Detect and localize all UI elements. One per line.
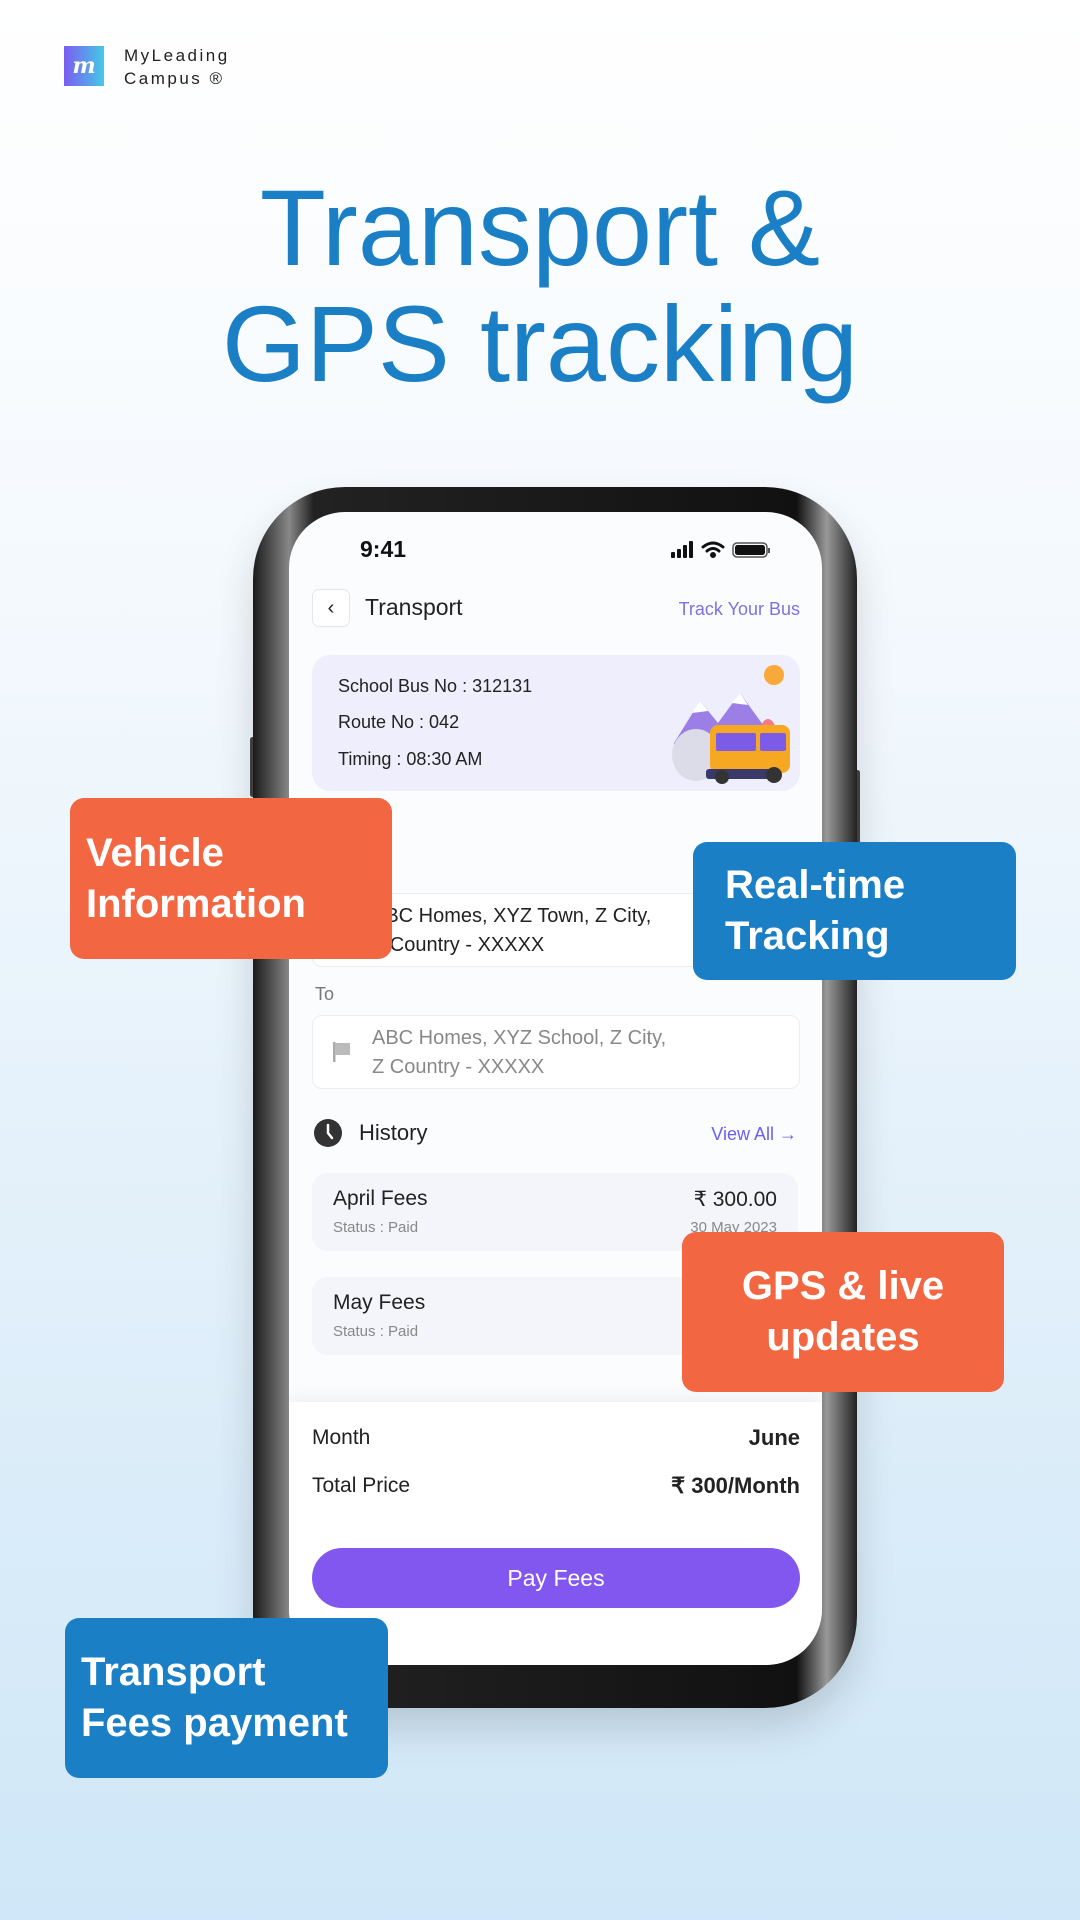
brand-name-line2: Campus ® <box>124 69 225 88</box>
badge-line: Transport <box>81 1650 266 1694</box>
history-title: History <box>359 1120 428 1145</box>
history-item-status: Status : Paid <box>333 1219 419 1236</box>
vehicle-information-badge: Vehicle Information <box>70 798 392 959</box>
timing: Timing : 08:30 AM <box>338 749 483 769</box>
month-label: Month <box>312 1426 371 1449</box>
from-address-line2: Z Country - XXXXX <box>372 934 545 956</box>
clock-icon <box>314 1119 342 1147</box>
signal-icon <box>671 541 693 558</box>
badge-line: Real-time <box>725 863 906 907</box>
badge-line: updates <box>766 1315 920 1359</box>
real-time-tracking-badge: Real-time Tracking <box>693 842 1016 980</box>
page-title: Transport <box>365 594 463 620</box>
badge-line: Tracking <box>725 914 890 958</box>
headline-line2: GPS tracking <box>221 283 859 404</box>
headline-line1: Transport & <box>259 167 821 288</box>
back-button[interactable]: ‹ <box>312 589 350 627</box>
from-address-line1: ABC Homes, XYZ Town, Z City, <box>372 905 652 927</box>
to-address-text: ABC Homes, XYZ School, Z City, Z Country … <box>372 1024 666 1082</box>
history-item-status: Status : Paid <box>333 1323 419 1340</box>
history-item-title: May Fees <box>333 1291 426 1314</box>
flag-icon <box>333 1042 350 1062</box>
history-item-price: ₹ 300.00 <box>693 1188 777 1211</box>
from-address-text: ABC Homes, XYZ Town, Z City, Z Country - … <box>372 902 651 960</box>
brand-name-line1: MyLeading <box>124 46 230 65</box>
badge-line: GPS & live <box>741 1264 945 1308</box>
to-address-line2: Z Country - XXXXX <box>372 1056 545 1078</box>
bus-info-card: School Bus No : 312131 Route No : 042 Ti… <box>312 655 800 791</box>
badge-line: Fees payment <box>81 1701 348 1745</box>
history-item-title: April Fees <box>333 1187 428 1210</box>
chevron-left-icon: ‹ <box>327 596 335 619</box>
pay-fees-button[interactable]: Pay Fees <box>312 1548 800 1608</box>
transport-fees-payment-badge: Transport Fees payment <box>65 1618 388 1778</box>
view-all-link[interactable]: View All → <box>711 1124 797 1145</box>
brand-name: MyLeading Campus ® <box>124 44 230 90</box>
status-time: 9:41 <box>360 536 407 562</box>
to-label: To <box>315 984 335 1004</box>
battery-icon <box>732 542 770 558</box>
total-price-value: ₹ 300/Month <box>671 1473 800 1498</box>
badge-line: Information <box>86 881 306 926</box>
bus-number: School Bus No : 312131 <box>338 676 533 696</box>
phone-screen: 9:41 ‹ Transport Track Your Bus School B… <box>289 512 822 1665</box>
wifi-icon <box>701 541 725 558</box>
to-address-field[interactable]: ABC Homes, XYZ School, Z City, Z Country … <box>312 1015 800 1089</box>
gps-live-updates-badge: GPS & live updates <box>682 1232 1004 1392</box>
track-your-bus-link[interactable]: Track Your Bus <box>679 599 800 620</box>
brand-logo-icon: m <box>64 46 104 86</box>
status-icons <box>671 541 770 558</box>
month-value: June <box>748 1425 800 1450</box>
total-price-label: Total Price <box>312 1474 411 1497</box>
to-address-line1: ABC Homes, XYZ School, Z City, <box>372 1027 667 1049</box>
school-bus-illustration <box>672 665 790 784</box>
route-number: Route No : 042 <box>338 712 460 732</box>
badge-line: Vehicle <box>86 830 224 875</box>
headline: Transport & GPS tracking <box>0 170 1080 402</box>
